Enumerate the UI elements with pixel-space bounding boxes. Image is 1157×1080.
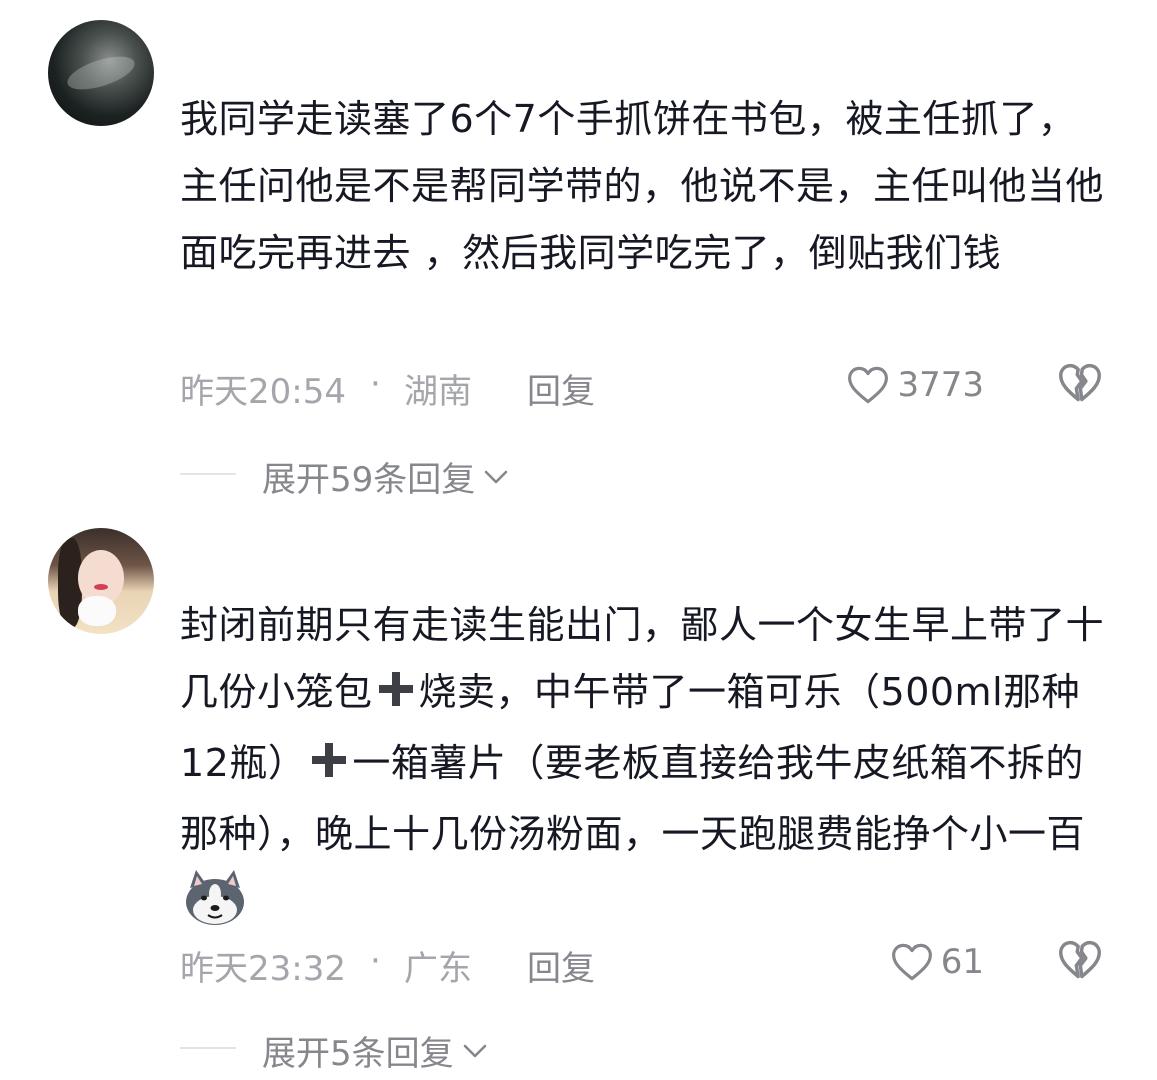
divider: [180, 473, 236, 475]
comment-location: 广东: [404, 949, 472, 989]
comment-time: 昨天23:32: [180, 949, 346, 989]
comment-item: 我同学走读塞了6个7个手抓饼在书包，被主任抓了，主任问他是不是帮同学带的，他说不…: [0, 0, 1157, 510]
avatar[interactable]: [48, 528, 154, 634]
chevron-down-icon: [484, 470, 508, 483]
comment-item: 封闭前期只有走读生能出门，鄙人一个女生早上带了十几份小笼包 烧卖，中午带了一箱可乐…: [0, 510, 1157, 1080]
comment-text: 我同学走读塞了6个7个手抓饼在书包，被主任抓了，主任问他是不是帮同学带的，他说不…: [180, 97, 1105, 275]
husky-dog-emoji: [184, 868, 246, 947]
chevron-down-icon: [463, 1044, 486, 1057]
heavy-plus-icon: [309, 734, 349, 801]
comment-meta: 昨天23:32 · 广东 回复 61: [180, 937, 1110, 990]
dislike-button[interactable]: [1058, 362, 1102, 413]
comment-text: 封闭前期只有走读生能出门，鄙人一个女生早上带了十几份小笼包 烧卖，中午带了一箱可乐…: [180, 592, 1110, 947]
like-count: 3773: [897, 365, 984, 405]
reply-button[interactable]: 回复: [527, 941, 595, 990]
heart-outline-icon: [891, 943, 932, 981]
heavy-plus-icon: [376, 663, 416, 730]
comment-meta: 昨天20:54 · 湖南 回复 3773: [180, 360, 1110, 413]
expand-replies-button[interactable]: 展开5条回复: [262, 1026, 488, 1075]
broken-heart-icon: [1059, 363, 1101, 402]
expand-replies-label: 展开5条回复: [262, 1034, 454, 1074]
heart-outline-icon: [848, 366, 889, 404]
like-button[interactable]: 61: [891, 937, 984, 987]
meta-separator: ·: [370, 941, 381, 981]
reply-button[interactable]: 回复: [527, 364, 595, 413]
avatar[interactable]: [48, 20, 154, 126]
like-button[interactable]: 3773: [847, 360, 984, 410]
comment-location: 湖南: [404, 372, 472, 412]
like-count: 61: [940, 942, 984, 982]
expand-replies-label: 展开59条回复: [262, 460, 476, 500]
comment-time: 昨天20:54: [180, 372, 346, 412]
broken-heart-icon: [1059, 940, 1101, 979]
meta-separator: ·: [370, 364, 381, 404]
dislike-button[interactable]: [1058, 939, 1102, 990]
expand-replies-button[interactable]: 展开59条回复: [262, 452, 509, 501]
divider: [180, 1047, 236, 1049]
